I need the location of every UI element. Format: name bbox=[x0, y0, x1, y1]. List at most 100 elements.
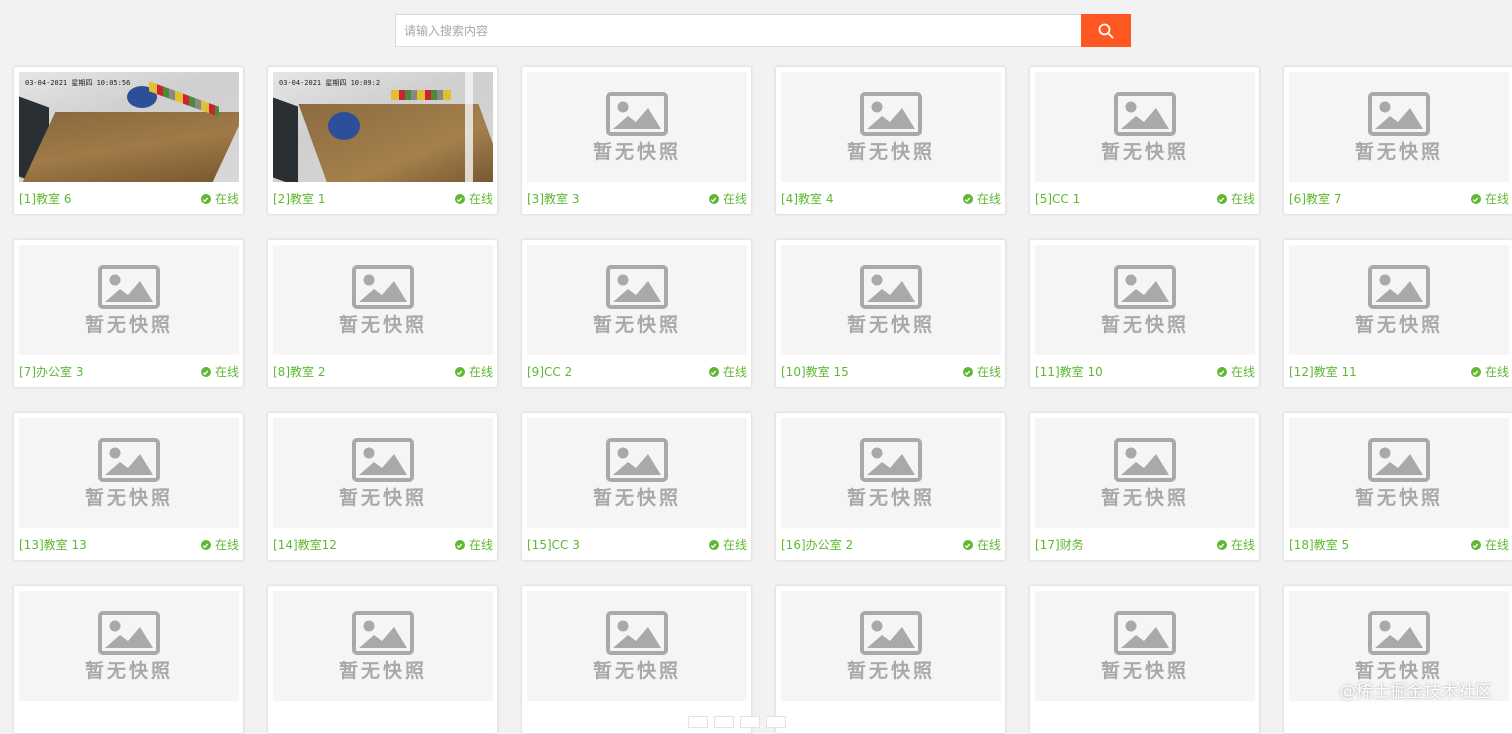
status-badge: 在线 bbox=[454, 538, 493, 552]
camera-card[interactable]: 暂无快照 bbox=[13, 585, 244, 734]
camera-card[interactable]: 暂无快照 [17]财务 在线 bbox=[1029, 412, 1260, 561]
placeholder-text: 暂无快照 bbox=[1354, 487, 1443, 509]
page-button[interactable] bbox=[740, 716, 760, 728]
image-placeholder-icon bbox=[1114, 438, 1176, 482]
camera-card[interactable]: 暂无快照 [18]教室 5 在线 bbox=[1283, 412, 1512, 561]
camera-label: [14]教室12 bbox=[273, 538, 337, 552]
status-text: 在线 bbox=[1230, 365, 1255, 379]
check-circle-icon bbox=[708, 540, 719, 550]
camera-card[interactable]: 暂无快照 bbox=[1029, 585, 1260, 734]
search-button[interactable] bbox=[1081, 14, 1131, 47]
placeholder-text: 暂无快照 bbox=[1354, 141, 1443, 163]
check-circle-icon bbox=[1470, 367, 1481, 377]
camera-card[interactable]: 03-04-2021 星期四 10:09:2 [2]教室 1 在线 bbox=[267, 66, 498, 215]
camera-card[interactable]: 暂无快照 [4]教室 4 在线 bbox=[775, 66, 1006, 215]
status-badge: 在线 bbox=[1470, 538, 1509, 552]
camera-card[interactable]: 暂无快照 [9]CC 2 在线 bbox=[521, 239, 752, 388]
placeholder-text: 暂无快照 bbox=[338, 314, 427, 336]
status-text: 在线 bbox=[976, 538, 1001, 552]
image-placeholder-icon bbox=[1114, 92, 1176, 136]
camera-card[interactable]: 暂无快照 [16]办公室 2 在线 bbox=[775, 412, 1006, 561]
camera-card[interactable]: 暂无快照 [10]教室 15 在线 bbox=[775, 239, 1006, 388]
image-placeholder-icon bbox=[860, 611, 922, 655]
placeholder-text: 暂无快照 bbox=[338, 487, 427, 509]
camera-card[interactable]: 暂无快照 [12]教室 11 在线 bbox=[1283, 239, 1512, 388]
camera-card[interactable]: 暂无快照 [13]教室 13 在线 bbox=[13, 412, 244, 561]
snapshot-placeholder: 暂无快照 bbox=[1035, 245, 1255, 355]
status-text: 在线 bbox=[1230, 538, 1255, 552]
image-placeholder-icon bbox=[352, 611, 414, 655]
check-circle-icon bbox=[200, 194, 211, 204]
camera-card[interactable]: 暂无快照 bbox=[1283, 585, 1512, 734]
camera-label: [4]教室 4 bbox=[781, 192, 834, 206]
camera-card[interactable]: 暂无快照 [5]CC 1 在线 bbox=[1029, 66, 1260, 215]
camera-label: [18]教室 5 bbox=[1289, 538, 1350, 552]
camera-card[interactable]: 暂无快照 [3]教室 3 在线 bbox=[521, 66, 752, 215]
camera-label: [2]教室 1 bbox=[273, 192, 326, 206]
check-circle-icon bbox=[1470, 194, 1481, 204]
placeholder-text: 暂无快照 bbox=[1354, 314, 1443, 336]
snapshot-placeholder: 暂无快照 bbox=[273, 591, 493, 701]
status-text: 在线 bbox=[976, 365, 1001, 379]
page-button[interactable] bbox=[766, 716, 786, 728]
check-circle-icon bbox=[1216, 194, 1227, 204]
status-text: 在线 bbox=[976, 192, 1001, 206]
placeholder-text: 暂无快照 bbox=[1100, 660, 1189, 682]
snapshot-placeholder: 暂无快照 bbox=[781, 72, 1001, 182]
status-badge: 在线 bbox=[200, 192, 239, 206]
snapshot-placeholder: 暂无快照 bbox=[781, 418, 1001, 528]
search-bar bbox=[395, 14, 1131, 47]
status-badge: 在线 bbox=[962, 192, 1001, 206]
snapshot-placeholder: 暂无快照 bbox=[1035, 418, 1255, 528]
status-text: 在线 bbox=[214, 365, 239, 379]
image-placeholder-icon bbox=[860, 265, 922, 309]
page-button[interactable] bbox=[688, 716, 708, 728]
camera-label: [11]教室 10 bbox=[1035, 365, 1103, 379]
check-circle-icon bbox=[454, 540, 465, 550]
camera-card[interactable]: 03-04-2021 星期四 10:05:56 [1]教室 6 在线 bbox=[13, 66, 244, 215]
camera-card[interactable]: 暂无快照 [15]CC 3 在线 bbox=[521, 412, 752, 561]
image-placeholder-icon bbox=[1114, 611, 1176, 655]
snapshot-placeholder: 暂无快照 bbox=[781, 591, 1001, 701]
placeholder-text: 暂无快照 bbox=[338, 660, 427, 682]
snapshot-placeholder: 暂无快照 bbox=[781, 245, 1001, 355]
snapshot-placeholder: 暂无快照 bbox=[1289, 72, 1509, 182]
check-circle-icon bbox=[1216, 540, 1227, 550]
camera-card[interactable]: 暂无快照 [8]教室 2 在线 bbox=[267, 239, 498, 388]
snapshot-placeholder: 暂无快照 bbox=[1289, 418, 1509, 528]
status-text: 在线 bbox=[468, 538, 493, 552]
status-badge: 在线 bbox=[1470, 192, 1509, 206]
camera-card[interactable]: 暂无快照 [11]教室 10 在线 bbox=[1029, 239, 1260, 388]
check-circle-icon bbox=[200, 540, 211, 550]
camera-card[interactable]: 暂无快照 [7]办公室 3 在线 bbox=[13, 239, 244, 388]
status-badge: 在线 bbox=[962, 538, 1001, 552]
camera-label: [17]财务 bbox=[1035, 538, 1084, 552]
snapshot-placeholder: 暂无快照 bbox=[19, 245, 239, 355]
snapshot-timestamp: 03-04-2021 星期四 10:09:2 bbox=[279, 79, 381, 87]
placeholder-text: 暂无快照 bbox=[846, 660, 935, 682]
page-button[interactable] bbox=[714, 716, 734, 728]
camera-card[interactable]: 暂无快照 [6]教室 7 在线 bbox=[1283, 66, 1512, 215]
camera-label: [13]教室 13 bbox=[19, 538, 87, 552]
image-placeholder-icon bbox=[1368, 92, 1430, 136]
image-placeholder-icon bbox=[606, 611, 668, 655]
image-placeholder-icon bbox=[860, 438, 922, 482]
camera-card[interactable]: 暂无快照 bbox=[521, 585, 752, 734]
status-text: 在线 bbox=[722, 538, 747, 552]
status-text: 在线 bbox=[214, 538, 239, 552]
snapshot-placeholder: 暂无快照 bbox=[273, 245, 493, 355]
status-badge: 在线 bbox=[708, 192, 747, 206]
snapshot-placeholder: 暂无快照 bbox=[19, 418, 239, 528]
search-input[interactable] bbox=[395, 14, 1081, 47]
camera-card[interactable]: 暂无快照 bbox=[267, 585, 498, 734]
image-placeholder-icon bbox=[606, 92, 668, 136]
placeholder-text: 暂无快照 bbox=[592, 314, 681, 336]
camera-snapshot: 03-04-2021 星期四 10:05:56 bbox=[19, 72, 239, 182]
status-badge: 在线 bbox=[454, 365, 493, 379]
snapshot-placeholder: 暂无快照 bbox=[527, 245, 747, 355]
camera-card[interactable]: 暂无快照 [14]教室12 在线 bbox=[267, 412, 498, 561]
camera-label: [10]教室 15 bbox=[781, 365, 849, 379]
check-circle-icon bbox=[708, 367, 719, 377]
camera-card[interactable]: 暂无快照 bbox=[775, 585, 1006, 734]
snapshot-placeholder: 暂无快照 bbox=[527, 591, 747, 701]
